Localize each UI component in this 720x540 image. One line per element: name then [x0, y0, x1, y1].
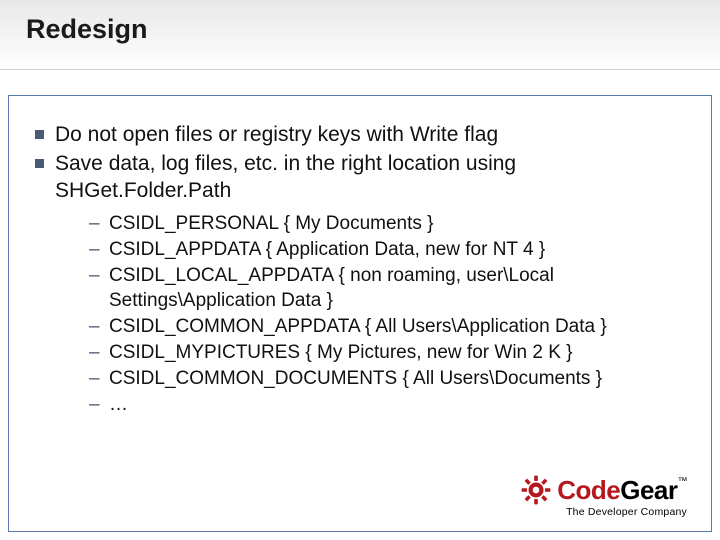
sub-bullet-item: CSIDL_PERSONAL { My Documents } [89, 211, 681, 236]
content-box: Do not open files or registry keys with … [8, 95, 712, 532]
sub-bullet-text: CSIDL_LOCAL_APPDATA { non roaming, user\… [109, 265, 554, 311]
sub-bullet-text: CSIDL_COMMON_DOCUMENTS { All Users\Docum… [109, 368, 602, 389]
main-bullet-list: Do not open files or registry keys with … [27, 122, 681, 417]
sub-bullet-text: … [109, 394, 128, 415]
logo-tm: ™ [678, 476, 688, 487]
sub-bullet-item: CSIDL_COMMON_DOCUMENTS { All Users\Docum… [89, 366, 681, 391]
sub-bullet-text: CSIDL_APPDATA { Application Data, new fo… [109, 239, 545, 260]
sub-bullet-text: CSIDL_MYPICTURES { My Pictures, new for … [109, 342, 573, 363]
sub-bullet-item: … [89, 392, 681, 417]
sub-bullet-item: CSIDL_LOCAL_APPDATA { non roaming, user\… [89, 263, 681, 313]
bullet-item: Save data, log files, etc. in the right … [27, 151, 681, 417]
bullet-text: Save data, log files, etc. in the right … [55, 152, 516, 202]
sub-bullet-text: CSIDL_PERSONAL { My Documents } [109, 213, 434, 234]
title-bar: Redesign [0, 0, 720, 70]
sub-bullet-item: CSIDL_COMMON_APPDATA { All Users\Applica… [89, 314, 681, 339]
logo-part-code: Code [557, 475, 620, 505]
codegear-logo: CodeGear™ The Developer Company [521, 475, 687, 518]
sub-bullet-item: CSIDL_MYPICTURES { My Pictures, new for … [89, 340, 681, 365]
logo-part-gear: Gear [620, 475, 677, 505]
sub-bullet-text: CSIDL_COMMON_APPDATA { All Users\Applica… [109, 316, 607, 337]
cog-icon [521, 475, 551, 505]
sub-bullet-list: CSIDL_PERSONAL { My Documents } CSIDL_AP… [55, 211, 681, 418]
logo-tagline: The Developer Company [521, 507, 687, 518]
bullet-item: Do not open files or registry keys with … [27, 122, 681, 149]
logo-wordmark: CodeGear™ [557, 477, 687, 503]
bullet-text: Do not open files or registry keys with … [55, 123, 498, 146]
logo-row: CodeGear™ [521, 475, 687, 505]
sub-bullet-item: CSIDL_APPDATA { Application Data, new fo… [89, 237, 681, 262]
slide-title: Redesign [26, 14, 720, 45]
